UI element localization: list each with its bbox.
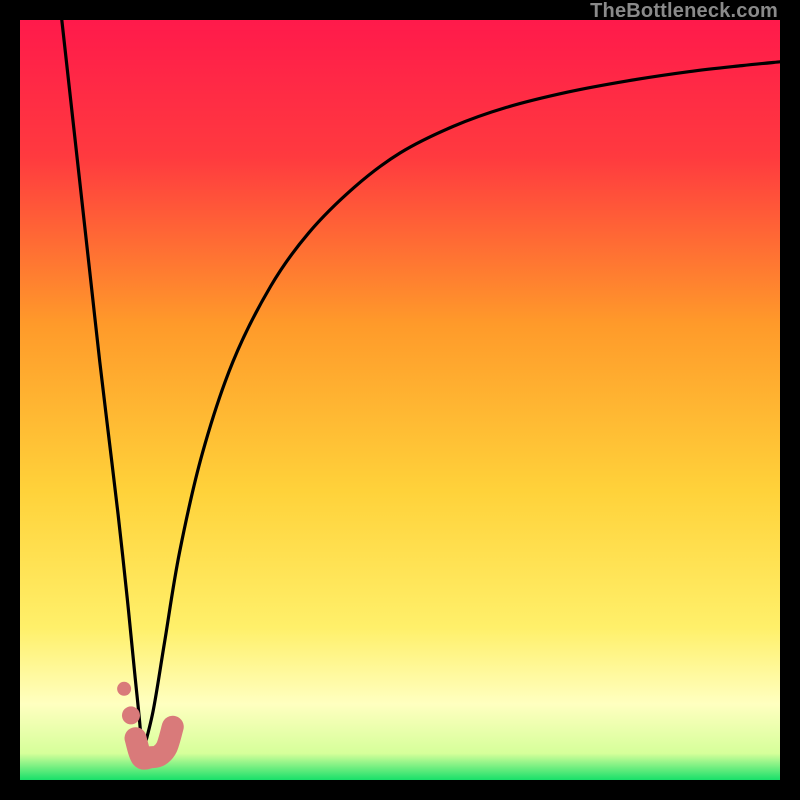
outer-frame: TheBottleneck.com xyxy=(0,0,800,800)
marker-dot xyxy=(122,706,140,724)
bottleneck-chart xyxy=(20,20,780,780)
marker-dot xyxy=(117,682,131,696)
